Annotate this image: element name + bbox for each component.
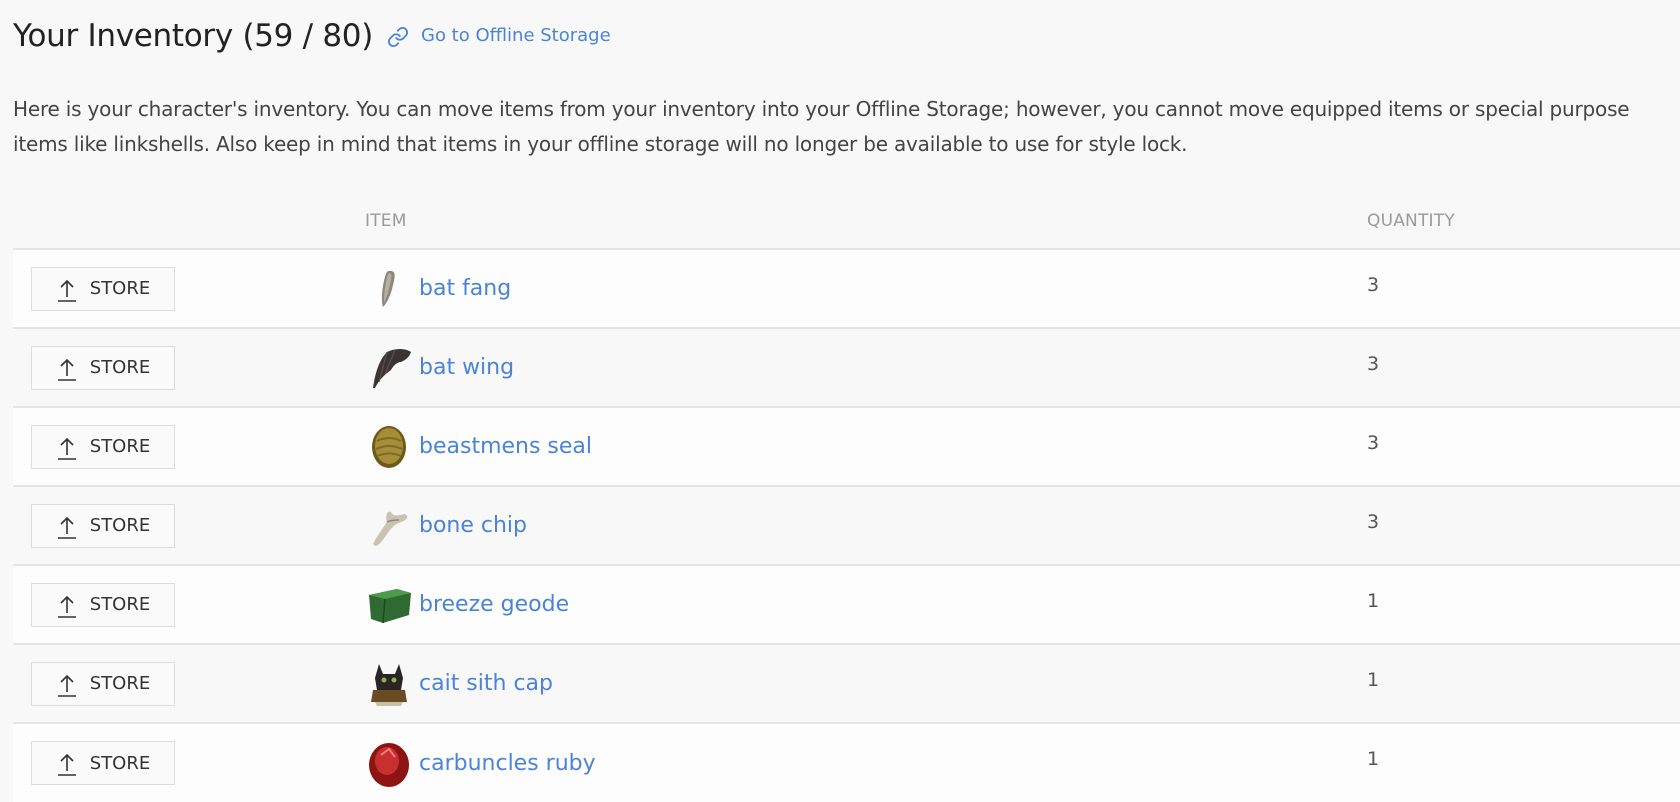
table-header-row: ITEM QUANTITY (13, 194, 1680, 249)
column-header-quantity: QUANTITY (1367, 211, 1455, 231)
title-row: Your Inventory (59 / 80) Go to Offline S… (13, 0, 1680, 84)
item-name-link[interactable]: beastmens seal (419, 434, 592, 459)
bat-fang-icon (365, 265, 413, 313)
item-cell: bone chip (365, 502, 1367, 550)
upload-arrow-icon (57, 595, 76, 618)
store-button-label: STORE (89, 594, 151, 615)
store-button-label: STORE (89, 436, 151, 457)
store-button[interactable]: STORE (31, 503, 175, 548)
store-button-label: STORE (89, 357, 151, 378)
table-row: STORE breeze geode 1 (13, 565, 1680, 644)
item-cell: bat fang (365, 265, 1367, 313)
item-quantity: 3 (1367, 510, 1380, 533)
item-quantity: 1 (1367, 748, 1380, 770)
upload-arrow-icon (57, 358, 76, 381)
upload-arrow-icon (57, 437, 76, 460)
item-cell: bat wing (365, 344, 1367, 392)
bat-wing-icon (365, 344, 413, 392)
store-button[interactable]: STORE (31, 582, 175, 627)
table-row: STORE bat fang 3 (13, 249, 1680, 328)
inventory-page: Your Inventory (59 / 80) Go to Offline S… (0, 0, 1680, 802)
go-to-offline-storage-link[interactable]: Go to Offline Storage (387, 24, 611, 48)
item-name-link[interactable]: carbuncles ruby (419, 751, 596, 776)
store-button-label: STORE (89, 752, 151, 774)
item-name-link[interactable]: bone chip (419, 513, 527, 538)
item-name-link[interactable]: bat wing (419, 355, 514, 380)
link-icon (387, 26, 409, 48)
column-header-item: ITEM (365, 211, 407, 231)
item-cell: breeze geode (365, 581, 1367, 629)
upload-arrow-icon (57, 674, 76, 697)
breeze-geode-icon (365, 581, 413, 629)
inventory-description: Here is your character's inventory. You … (13, 97, 1630, 156)
item-quantity: 1 (1367, 589, 1380, 612)
item-name-link[interactable]: breeze geode (419, 592, 569, 617)
store-button[interactable]: STORE (31, 345, 175, 390)
store-button-label: STORE (89, 673, 151, 694)
cait-sith-cap-icon (365, 660, 413, 708)
store-button[interactable]: STORE (31, 741, 175, 785)
storage-link-label: Go to Offline Storage (421, 24, 611, 46)
item-cell: carbuncles ruby (365, 739, 1367, 787)
store-button[interactable]: STORE (31, 424, 175, 469)
store-button-label: STORE (89, 515, 151, 536)
upload-arrow-icon (57, 753, 76, 776)
item-quantity: 3 (1367, 352, 1380, 375)
beastmens-seal-icon (365, 423, 413, 471)
store-button[interactable]: STORE (31, 266, 175, 311)
item-quantity: 1 (1367, 668, 1380, 691)
table-row: STORE beastmens seal 3 (13, 407, 1680, 486)
item-quantity: 3 (1367, 431, 1380, 454)
upload-arrow-icon (57, 516, 76, 539)
item-cell: beastmens seal (365, 423, 1367, 471)
column-header-action (13, 194, 365, 249)
table-row: STORE bat wing 3 (13, 328, 1680, 407)
item-quantity: 3 (1367, 273, 1380, 296)
item-cell: cait sith cap (365, 660, 1367, 708)
page-title: Your Inventory (59 / 80) (13, 18, 373, 54)
table-row: STORE carbuncles ruby 1 (13, 723, 1680, 802)
inventory-table: ITEM QUANTITY STORE bat fang 3 STORE bat… (13, 194, 1680, 802)
store-button-label: STORE (89, 278, 151, 299)
upload-arrow-icon (57, 279, 76, 302)
table-row: STORE cait sith cap 1 (13, 644, 1680, 723)
table-row: STORE bone chip 3 (13, 486, 1680, 565)
item-name-link[interactable]: cait sith cap (419, 671, 553, 696)
carbuncles-ruby-icon (365, 739, 413, 787)
bone-chip-icon (365, 502, 413, 550)
store-button[interactable]: STORE (31, 661, 175, 706)
item-name-link[interactable]: bat fang (419, 276, 511, 301)
